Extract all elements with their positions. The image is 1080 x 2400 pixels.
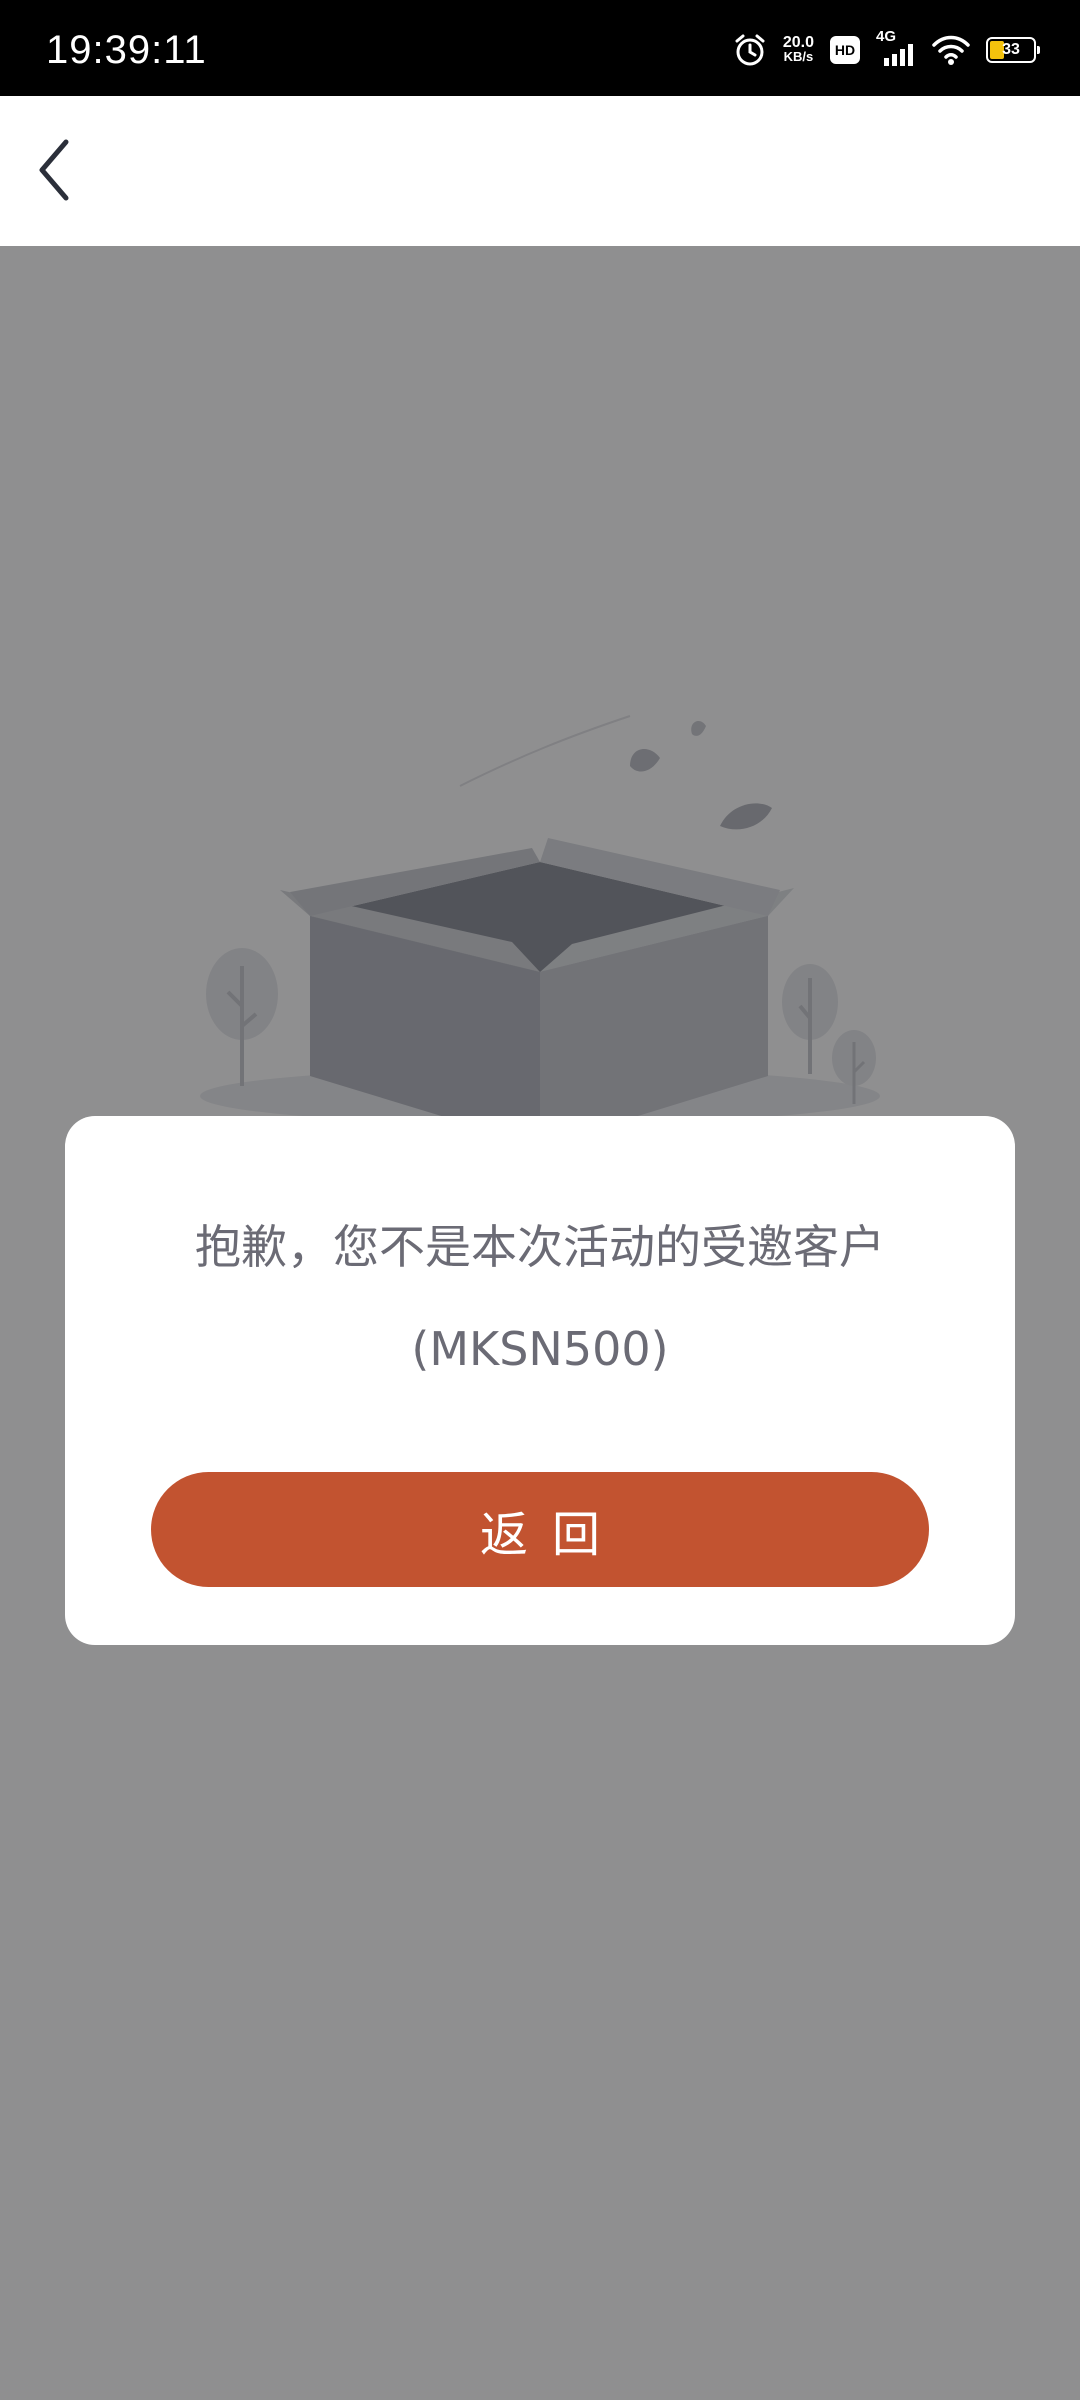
dialog-message-text: 抱歉，您不是本次活动的受邀客户 xyxy=(195,1220,885,1274)
chevron-left-icon xyxy=(34,138,74,206)
hd-icon: HD xyxy=(830,36,860,64)
status-time: 19:39:11 xyxy=(46,28,207,72)
network-speed-unit: KB/s xyxy=(783,49,814,64)
alarm-icon xyxy=(733,33,767,67)
network-speed-value: 20.0 xyxy=(782,34,814,51)
return-button[interactable]: 返回 xyxy=(151,1472,929,1587)
dialog-message: 抱歉，您不是本次活动的受邀客户 (MKSN500) xyxy=(105,1196,975,1400)
signal-icon: 4G xyxy=(876,28,916,68)
wifi-icon xyxy=(932,34,970,66)
nav-bar xyxy=(0,96,1080,246)
battery-icon: 33 xyxy=(986,37,1040,63)
error-dialog: 抱歉，您不是本次活动的受邀客户 (MKSN500) 返回 xyxy=(65,1116,1015,1645)
battery-level: 33 xyxy=(1002,41,1020,58)
network-speed: 20.0 KB/s xyxy=(782,34,814,64)
back-button[interactable] xyxy=(22,132,86,212)
status-icons: 20.0 KB/s HD 4G 33 xyxy=(733,28,1040,70)
status-bar: 19:39:11 20.0 KB/s HD 4G 33 xyxy=(0,0,1080,96)
dialog-error-code: (MKSN500) xyxy=(411,1322,669,1376)
